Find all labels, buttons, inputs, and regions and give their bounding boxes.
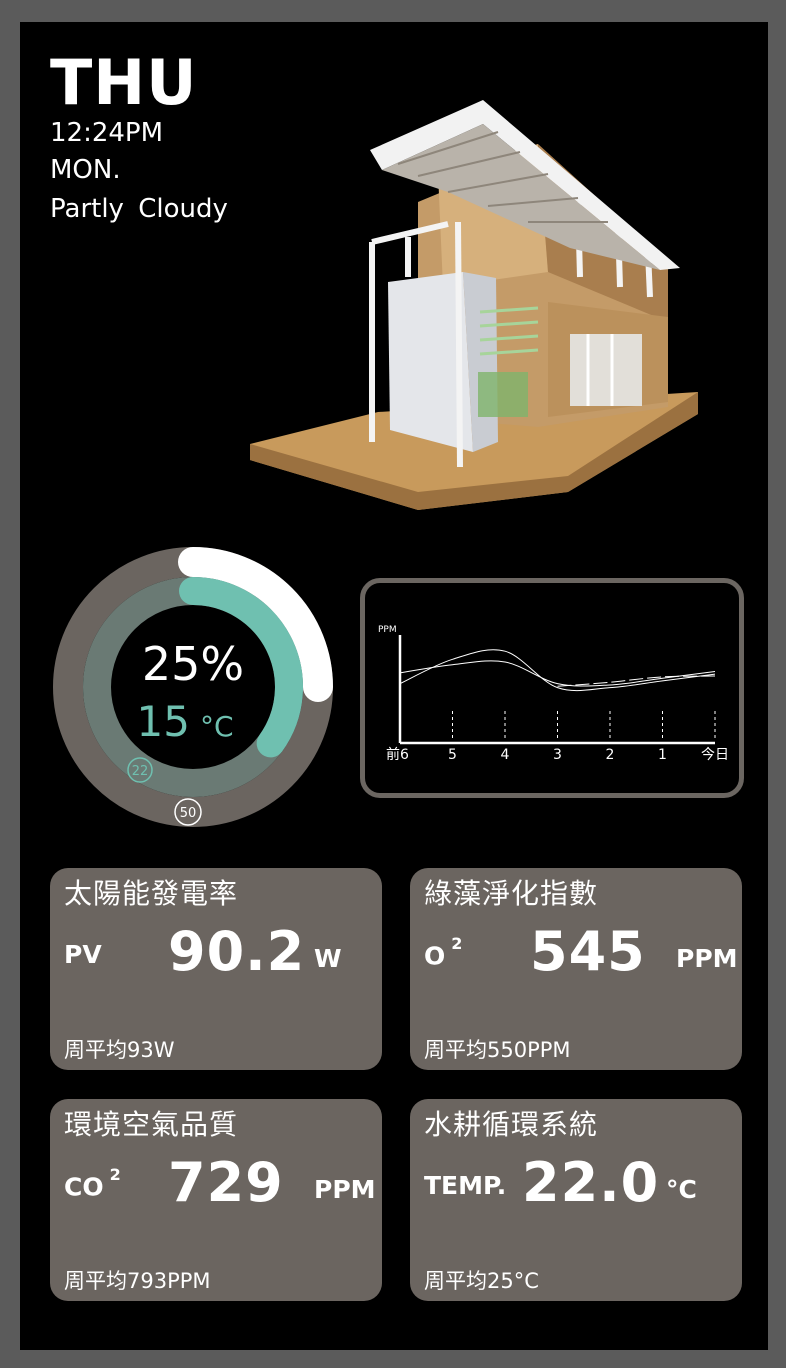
card-average: 周平均793PPM	[64, 1269, 211, 1293]
climate-gauge: 25% 15 °C 22 50	[53, 547, 333, 827]
weather-label: Partly Cloudy	[50, 194, 228, 224]
card-title: 水耕循環系統	[424, 1108, 599, 1141]
chart-y-label: PPM	[378, 625, 397, 635]
temperature-unit: °C	[200, 710, 234, 743]
card-value: 22.0	[522, 1151, 660, 1214]
chart-x-tick-label: 1	[658, 747, 667, 763]
weekday-label: MON.	[50, 155, 121, 185]
card-value: 90.2	[168, 920, 306, 983]
chart-x-tick-label: 4	[501, 747, 510, 763]
temperature-value: 15	[137, 697, 190, 746]
card-label: PV	[64, 940, 102, 969]
outer-marker-label: 50	[180, 806, 197, 821]
card-average: 周平均550PPM	[424, 1038, 571, 1062]
inner-marker-label: 22	[132, 764, 149, 779]
card-title: 綠藻淨化指數	[424, 877, 599, 910]
card-title: 太陽能發電率	[64, 877, 239, 910]
card-label: O2	[424, 934, 463, 971]
ppm-chart-panel: PPM 前6 5 4 3 2 1 今日	[360, 578, 744, 798]
day-label: THU	[50, 46, 198, 119]
chart-x-tick-label: 5	[448, 747, 457, 763]
time-label: 12:24PM	[50, 118, 164, 148]
card-value: 729	[168, 1151, 284, 1214]
card-solar-power: 太陽能發電率 PV 90.2 W 周平均93W	[50, 868, 382, 1070]
chart-series-line	[399, 649, 716, 692]
card-unit: PPM	[314, 1175, 376, 1204]
card-average: 周平均25°C	[424, 1269, 539, 1293]
dashboard-screen: THU 12:24PM MON. Partly Cloudy 25% 15 °C…	[20, 22, 768, 1350]
chart-x-tick-label: 前6	[386, 746, 409, 763]
card-unit: °C	[666, 1175, 697, 1204]
card-unit: PPM	[676, 944, 738, 973]
card-average: 周平均93W	[64, 1038, 175, 1062]
chart-series-line	[399, 660, 716, 687]
card-label: TEMP.	[424, 1171, 507, 1200]
humidity-value: 25%	[142, 637, 244, 691]
chart-x-tick-label: 今日	[701, 747, 729, 763]
card-title: 環境空氣品質	[64, 1108, 239, 1141]
card-unit: W	[314, 944, 342, 973]
chart-x-tick-label: 3	[553, 747, 562, 763]
card-value: 545	[530, 920, 646, 983]
chart-x-tick-label: 2	[606, 747, 615, 763]
card-algae-index: 綠藻淨化指數 O2 545 PPM 周平均550PPM	[410, 868, 742, 1070]
card-air-quality: 環境空氣品質 CO 2 729 PPM 周平均793PPM	[50, 1099, 382, 1301]
ppm-line-chart: PPM 前6 5 4 3 2 1 今日	[378, 625, 729, 763]
card-hydroponics: 水耕循環系統 TEMP. 22.0 °C 周平均25°C	[410, 1099, 742, 1301]
card-label: CO 2	[64, 1165, 121, 1202]
house-illustration	[250, 100, 698, 510]
